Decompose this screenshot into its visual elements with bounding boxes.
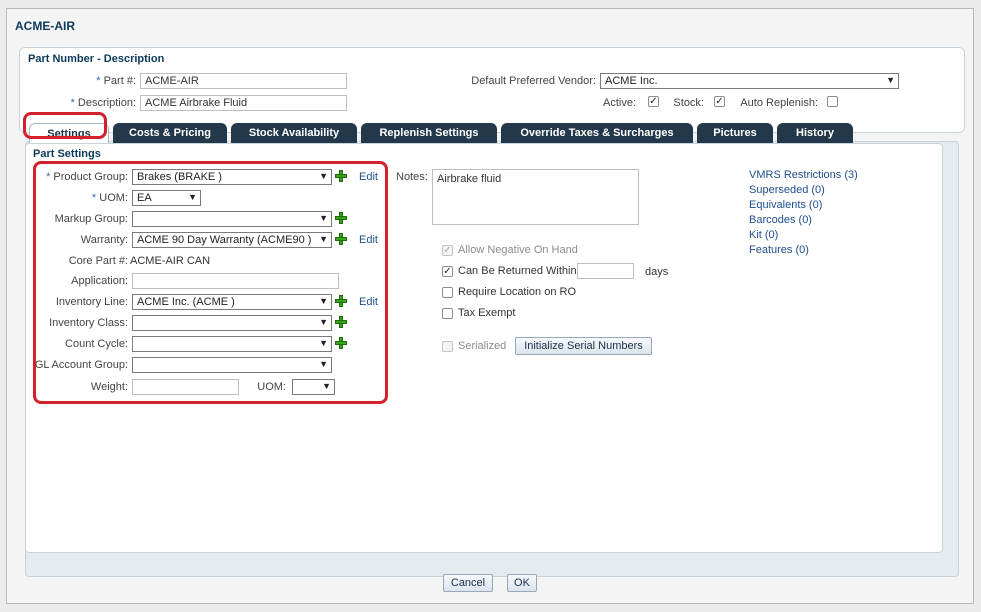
auto-replenish-label: Auto Replenish:: [740, 97, 818, 109]
required-mark: *: [96, 75, 101, 87]
part-settings-title: Part Settings: [33, 148, 101, 160]
return-days-input[interactable]: [577, 263, 634, 279]
tab-replenish-settings[interactable]: Replenish Settings: [361, 123, 497, 143]
tab-costs-pricing[interactable]: Costs & Pricing: [113, 123, 227, 143]
notes-label: Notes:: [396, 171, 428, 183]
barcodes-link[interactable]: Barcodes (0): [749, 214, 812, 226]
kit-link[interactable]: Kit (0): [749, 229, 778, 241]
vendor-label: Default Preferred Vendor:: [471, 75, 596, 87]
active-label: Active:: [602, 97, 636, 109]
cancel-button[interactable]: Cancel: [443, 574, 493, 592]
tab-history[interactable]: History: [777, 123, 853, 143]
stock-checkbox[interactable]: ✓: [714, 96, 725, 107]
serialized-label: Serialized: [458, 340, 507, 352]
settings-tab-highlight: [23, 112, 107, 139]
require-location-label: Require Location on RO: [458, 286, 577, 298]
stock-label: Stock:: [673, 97, 704, 109]
notes-textarea[interactable]: Airbrake fluid: [432, 169, 639, 225]
serialized-checkbox[interactable]: [442, 341, 453, 352]
tab-stock-availability[interactable]: Stock Availability: [231, 123, 357, 143]
allow-negative-label: Allow Negative On Hand: [458, 244, 578, 256]
superseded-link[interactable]: Superseded (0): [749, 184, 825, 196]
header-section-title: Part Number - Description: [28, 53, 165, 65]
initialize-serial-numbers-button[interactable]: Initialize Serial Numbers: [515, 337, 652, 355]
active-checkbox[interactable]: ✓: [648, 96, 659, 107]
ok-button[interactable]: OK: [507, 574, 537, 592]
required-mark: *: [70, 97, 75, 109]
part-dialog: ACME-AIR Part Number - Description * Par…: [6, 8, 974, 604]
settings-fields-highlight: [33, 161, 388, 404]
days-label: days: [645, 266, 669, 278]
allow-negative-checkbox[interactable]: ✓: [442, 245, 453, 256]
part-number-label: * Part #:: [96, 75, 136, 87]
require-location-checkbox[interactable]: [442, 287, 453, 298]
description-input[interactable]: ACME Airbrake Fluid: [140, 95, 347, 111]
can-be-returned-label: Can Be Returned Within: [458, 265, 577, 277]
tax-exempt-checkbox[interactable]: [442, 308, 453, 319]
part-header-section: Part Number - Description * Part #: ACME…: [19, 47, 965, 133]
tab-override-taxes[interactable]: Override Taxes & Surcharges: [501, 123, 693, 143]
chevron-down-icon: ▼: [886, 75, 895, 85]
auto-replenish-checkbox[interactable]: [827, 96, 838, 107]
equivalents-link[interactable]: Equivalents (0): [749, 199, 822, 211]
part-number-input[interactable]: ACME-AIR: [140, 73, 347, 89]
tax-exempt-label: Tax Exempt: [458, 307, 516, 319]
features-link[interactable]: Features (0): [749, 244, 809, 256]
can-be-returned-checkbox[interactable]: ✓: [442, 266, 453, 277]
vmrs-restrictions-link[interactable]: VMRS Restrictions (3): [749, 169, 858, 181]
vendor-select[interactable]: ACME Inc. ▼: [600, 73, 899, 89]
window-title: ACME-AIR: [15, 19, 75, 33]
description-label: * Description:: [70, 97, 136, 109]
tab-pictures[interactable]: Pictures: [697, 123, 773, 143]
